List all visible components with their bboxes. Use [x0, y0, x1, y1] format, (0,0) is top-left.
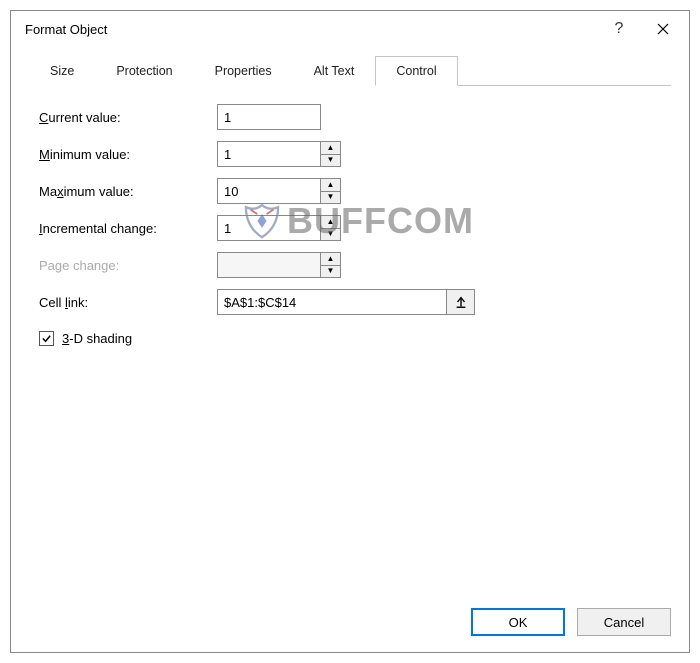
dialog-title: Format Object [25, 22, 597, 37]
spin-up-minimum[interactable]: ▲ [321, 142, 340, 155]
row-page-change: Page change: ▲ ▼ [39, 252, 661, 278]
spin-up-maximum[interactable]: ▲ [321, 179, 340, 192]
label-page-change: Page change: [39, 258, 217, 273]
ok-button[interactable]: OK [471, 608, 565, 636]
row-current-value: Current value: [39, 104, 661, 130]
tab-size[interactable]: Size [29, 56, 95, 86]
label-maximum-value: Maximum value: [39, 184, 217, 199]
spin-down-incremental[interactable]: ▼ [321, 229, 340, 241]
row-incremental-change: Incremental change: ▲ ▼ [39, 215, 661, 241]
spinner-page-change: ▲ ▼ [217, 252, 341, 278]
row-3d-shading: 3-D shading [39, 331, 661, 346]
close-icon [657, 23, 669, 35]
spin-up-incremental[interactable]: ▲ [321, 216, 340, 229]
row-minimum-value: Minimum value: ▲ ▼ [39, 141, 661, 167]
cell-link-field [217, 289, 475, 315]
spin-down-minimum[interactable]: ▼ [321, 155, 340, 167]
input-incremental-change[interactable] [218, 216, 320, 240]
input-cell-link[interactable] [218, 290, 446, 314]
spin-down-page: ▼ [321, 266, 340, 278]
cancel-button[interactable]: Cancel [577, 608, 671, 636]
tab-properties[interactable]: Properties [194, 56, 293, 86]
spin-buttons-maximum: ▲ ▼ [320, 179, 340, 203]
tab-protection[interactable]: Protection [95, 56, 193, 86]
tab-bar: Size Protection Properties Alt Text Cont… [29, 55, 671, 86]
spin-down-maximum[interactable]: ▼ [321, 192, 340, 204]
spin-buttons-incremental: ▲ ▼ [320, 216, 340, 240]
dialog-body: Size Protection Properties Alt Text Cont… [11, 47, 689, 598]
spin-up-page: ▲ [321, 253, 340, 266]
dialog-footer: OK Cancel [11, 598, 689, 652]
row-maximum-value: Maximum value: ▲ ▼ [39, 178, 661, 204]
close-button[interactable] [641, 14, 685, 44]
format-object-dialog: Format Object ? Size Protection Properti… [10, 10, 690, 653]
label-current-value: Current value: [39, 110, 217, 125]
collapse-icon [454, 295, 468, 309]
input-page-change [218, 253, 320, 277]
checkbox-3d-shading[interactable] [39, 331, 54, 346]
input-minimum-value[interactable] [218, 142, 320, 166]
control-panel: BUFFCOM Current value: Minimum value: ▲ … [29, 86, 671, 586]
tab-alt-text[interactable]: Alt Text [293, 56, 376, 86]
label-3d-shading: 3-D shading [62, 331, 132, 346]
spinner-incremental-change: ▲ ▼ [217, 215, 341, 241]
help-button[interactable]: ? [597, 14, 641, 44]
label-incremental-change: Incremental change: [39, 221, 217, 236]
spin-buttons-page: ▲ ▼ [320, 253, 340, 277]
input-maximum-value[interactable] [218, 179, 320, 203]
titlebar: Format Object ? [11, 11, 689, 47]
input-current-value[interactable] [217, 104, 321, 130]
label-cell-link: Cell link: [39, 295, 217, 310]
row-cell-link: Cell link: [39, 289, 661, 315]
collapse-dialog-button[interactable] [446, 290, 474, 314]
spin-buttons-minimum: ▲ ▼ [320, 142, 340, 166]
label-minimum-value: Minimum value: [39, 147, 217, 162]
spinner-minimum-value: ▲ ▼ [217, 141, 341, 167]
tab-control[interactable]: Control [375, 56, 457, 86]
spinner-maximum-value: ▲ ▼ [217, 178, 341, 204]
checkmark-icon [41, 333, 52, 344]
